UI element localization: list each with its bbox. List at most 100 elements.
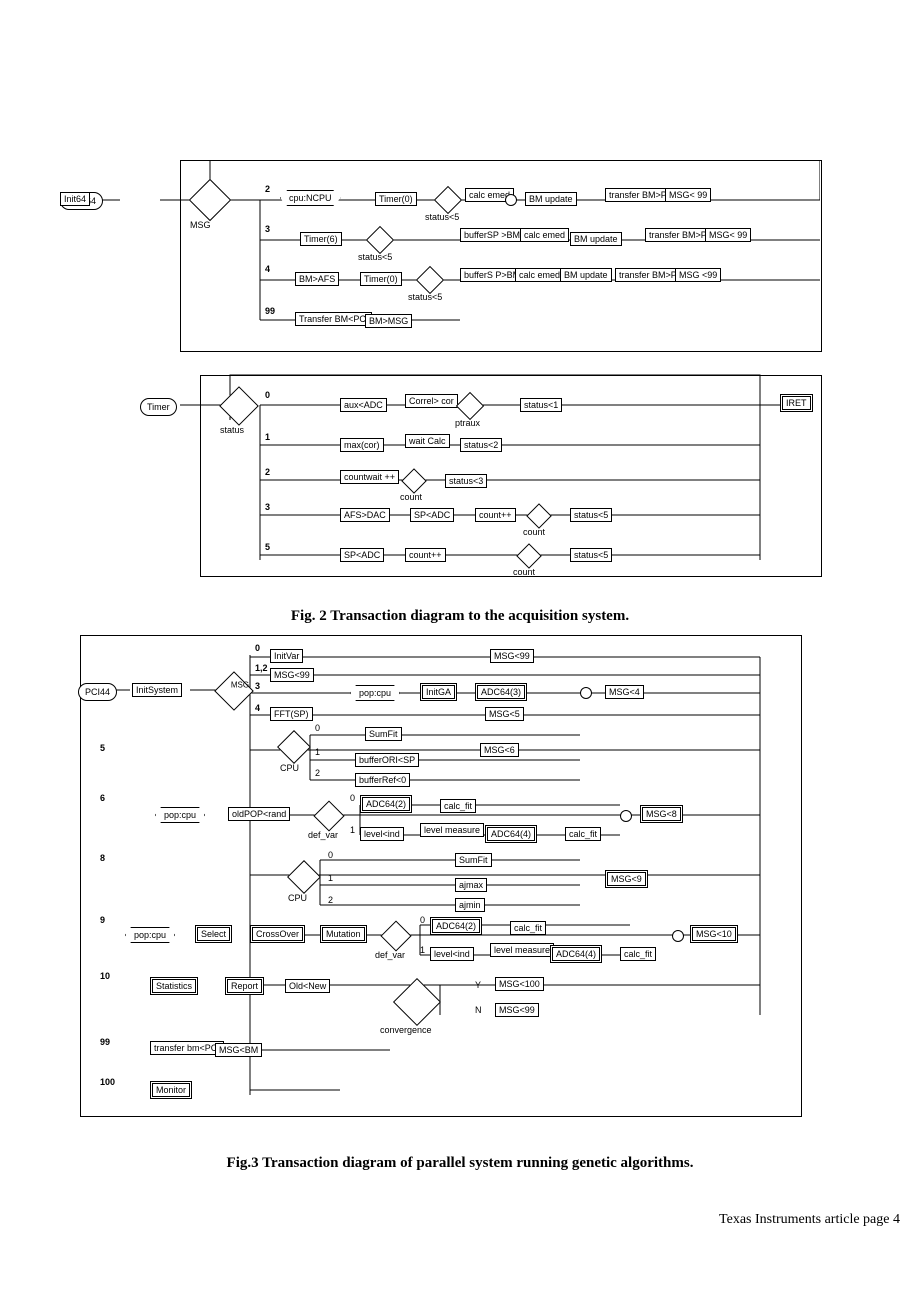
- report: Report: [225, 977, 264, 995]
- fig2-caption: Fig. 2 Transaction diagram to the acquis…: [20, 608, 900, 625]
- pop-cpu-a: pop:cpu: [350, 685, 400, 701]
- defvar-b: def_var: [375, 950, 405, 960]
- b1: 1: [265, 432, 270, 442]
- mutation: Mutation: [320, 925, 367, 943]
- status5-d: status<5: [570, 508, 612, 522]
- msg100: MSG<100: [495, 977, 544, 991]
- cpub-2: 2: [328, 895, 333, 905]
- pop-cpu-b: pop:cpu: [155, 807, 205, 823]
- f3-b0: 0: [255, 643, 260, 653]
- convergence: convergence: [380, 1025, 432, 1035]
- f3-b99: 99: [100, 1037, 110, 1047]
- pop-cpu-c: pop:cpu: [125, 927, 175, 943]
- afs-dac: AFS>DAC: [340, 508, 390, 522]
- calc-fit-c: calc_fit: [510, 921, 546, 935]
- dv-b1: 1: [350, 825, 355, 835]
- join3: [580, 687, 592, 699]
- bm-update-b: BM update: [570, 232, 622, 246]
- f3-b4: 4: [255, 703, 260, 713]
- count-a: count: [400, 492, 422, 502]
- initsystem: InitSystem: [132, 683, 182, 697]
- status-label: status: [220, 425, 244, 435]
- cpu-b2: 2: [315, 768, 320, 778]
- countpp-a: count++: [475, 508, 516, 522]
- level-ind-a: level<ind: [360, 827, 404, 841]
- oldpop-rand: oldPOP<rand: [228, 807, 290, 821]
- count-c: count: [513, 567, 535, 577]
- cpub-1: 1: [328, 873, 333, 883]
- status5-c: status<5: [408, 292, 442, 302]
- cpu-ncpu: cpu:NCPU: [280, 190, 341, 206]
- count-b: count: [523, 527, 545, 537]
- msg99-b: MSG< 99: [705, 228, 751, 242]
- calc-emed-c: calc emed: [515, 268, 564, 282]
- fig3-caption: Fig.3 Transaction diagram of parallel sy…: [20, 1155, 900, 1172]
- msg6: MSG<6: [480, 743, 519, 757]
- b2: 2: [265, 467, 270, 477]
- f3-b100: 100: [100, 1077, 115, 1087]
- bm-afs: BM>AFS: [295, 272, 339, 286]
- fig2-diagram: ADC64 Init64 MSG 2 cpu:NCPU Timer(0) sta…: [60, 160, 820, 590]
- status5-a: status<5: [425, 212, 459, 222]
- initga: InitGA: [420, 683, 457, 701]
- bufferori: bufferORI<SP: [355, 753, 419, 767]
- msg99-n: MSG<99: [495, 1003, 539, 1017]
- adc64-4-b: ADC64(4): [550, 945, 602, 963]
- b0: 0: [265, 390, 270, 400]
- msg99-a: MSG< 99: [665, 188, 711, 202]
- msg4: MSG<4: [605, 685, 644, 699]
- branch-3: 3: [265, 224, 270, 234]
- sp-adc-a: SP<ADC: [410, 508, 454, 522]
- max-cor: max(cor): [340, 438, 384, 452]
- adc64-2-b: ADC64(2): [430, 917, 482, 935]
- dvb-1: 1: [420, 945, 425, 955]
- branch-99: 99: [265, 306, 275, 316]
- calc-emed-b: calc emed: [520, 228, 569, 242]
- correl-cor: Correl> cor: [405, 394, 458, 408]
- cpu-b0: 0: [315, 723, 320, 733]
- aux-adc: aux<ADC: [340, 398, 387, 412]
- level-measure-b: level measure: [490, 943, 554, 957]
- b5: 5: [265, 542, 270, 552]
- select: Select: [195, 925, 232, 943]
- status1: status<1: [520, 398, 562, 412]
- status5-b: status<5: [358, 252, 392, 262]
- branch-4: 4: [265, 264, 270, 274]
- countwait: countwait ++: [340, 470, 399, 484]
- timer-node: Timer: [140, 398, 177, 416]
- transfer-d: Transfer BM<PCI: [295, 312, 372, 326]
- bufferref: bufferRef<0: [355, 773, 410, 787]
- old-new: Old<New: [285, 979, 330, 993]
- crossover: CrossOver: [250, 925, 305, 943]
- dvb-0: 0: [420, 915, 425, 925]
- sumfit-a: SumFit: [365, 727, 402, 741]
- countpp-b: count++: [405, 548, 446, 562]
- n-label: N: [475, 1005, 482, 1015]
- adc64-4-a: ADC64(4): [485, 825, 537, 843]
- b3: 3: [265, 502, 270, 512]
- pci44: PCI44: [78, 683, 117, 701]
- f3-b5: 5: [100, 743, 105, 753]
- calc-fit-a: calc_fit: [440, 799, 476, 813]
- join9: [672, 930, 684, 942]
- msg9: MSG<9: [605, 870, 648, 888]
- adc64-3: ADC64(3): [475, 683, 527, 701]
- cpu-b: CPU: [288, 893, 307, 903]
- level-measure-a: level measure: [420, 823, 484, 837]
- f3-b12: 1,2: [255, 663, 268, 673]
- y-label: Y: [475, 980, 481, 990]
- branch-2: 2: [265, 184, 270, 194]
- msg-bm: MSG<BM: [215, 1043, 262, 1057]
- dv-b0: 0: [350, 793, 355, 803]
- adc64-2-a: ADC64(2): [360, 795, 412, 813]
- f3-b3: 3: [255, 681, 260, 691]
- timer0-b: Timer(0): [360, 272, 402, 286]
- ajmin: ajmin: [455, 898, 485, 912]
- wait-calc: wait Calc: [405, 434, 450, 448]
- msg99-c: MSG <99: [675, 268, 721, 282]
- status3: status<3: [445, 474, 487, 488]
- f3-b9: 9: [100, 915, 105, 925]
- status2: status<2: [460, 438, 502, 452]
- page-footer: Texas Instruments article page 4: [20, 1212, 900, 1228]
- buffer-sp-bm: bufferSP >BM: [460, 228, 524, 242]
